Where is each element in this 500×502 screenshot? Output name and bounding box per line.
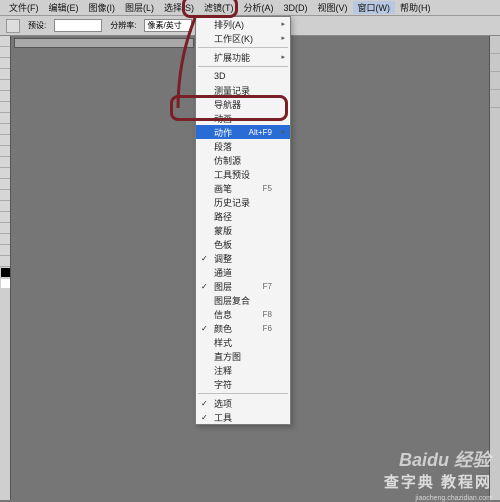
separator [198,47,288,48]
toolbox [0,36,11,500]
menu-item-extensions[interactable]: 扩展功能 [196,50,290,64]
menu-item-info[interactable]: 信息F8 [196,307,290,321]
menu-item-adjustments[interactable]: 调整 [196,251,290,265]
menu-item-arrange[interactable]: 排列(A) [196,17,290,31]
menu-item-actions[interactable]: 动作Alt+F9 [196,125,290,139]
bg-color[interactable] [1,279,10,288]
menu-image[interactable]: 图像(I) [84,1,121,14]
separator [198,393,288,394]
panel-icon[interactable] [490,54,500,72]
menu-item-clonesource[interactable]: 仿制源 [196,153,290,167]
tool-3d[interactable] [0,234,10,245]
shortcut-text: F8 [263,310,272,319]
shortcut-text: Alt+F9 [249,128,272,137]
menu-item-character[interactable]: 字符 [196,377,290,391]
resolution-label: 分辨率: [110,20,136,31]
tool-pen[interactable] [0,190,10,201]
menu-item-toolpresets[interactable]: 工具预设 [196,167,290,181]
tool-shape[interactable] [0,223,10,234]
menu-item-layers[interactable]: 图层F7 [196,279,290,293]
menu-file[interactable]: 文件(F) [4,1,44,14]
menu-item-history[interactable]: 历史记录 [196,195,290,209]
tool-heal[interactable] [0,102,10,113]
tool-lasso[interactable] [0,58,10,69]
shortcut-text: F7 [263,282,272,291]
menu-help[interactable]: 帮助(H) [395,1,436,14]
menu-analysis[interactable]: 分析(A) [239,1,279,14]
tool-wand[interactable] [0,69,10,80]
menu-item-navigator[interactable]: 导航器 [196,97,290,111]
menu-item-tools[interactable]: 工具 [196,410,290,424]
menu-item-3d[interactable]: 3D [196,69,290,83]
tool-marquee[interactable] [0,47,10,58]
tool-brush[interactable] [0,113,10,124]
menu-item-measurement[interactable]: 测量记录 [196,83,290,97]
preset-field[interactable] [54,19,102,32]
panel-icon[interactable] [490,72,500,90]
menu-item-brushes[interactable]: 画笔F5 [196,181,290,195]
tool-hand[interactable] [0,245,10,256]
menu-filter[interactable]: 滤镜(T) [199,1,239,14]
menu-view[interactable]: 视图(V) [313,1,353,14]
separator [198,66,288,67]
tool-move[interactable] [0,36,10,47]
menu-item-swatches[interactable]: 色板 [196,237,290,251]
menu-item-color[interactable]: 颜色F6 [196,321,290,335]
tool-type[interactable] [0,201,10,212]
tool-dodge[interactable] [0,179,10,190]
window-menu-dropdown: 排列(A) 工作区(K) 扩展功能 3D 测量记录 导航器 动画 动作Alt+F… [195,16,291,425]
tool-path[interactable] [0,212,10,223]
menu-item-histogram[interactable]: 直方图 [196,349,290,363]
menu-edit[interactable]: 编辑(E) [44,1,84,14]
menu-item-workspace[interactable]: 工作区(K) [196,31,290,45]
menu-window[interactable]: 窗口(W) [353,1,396,14]
panel-strip [489,36,500,500]
watermark-brand: Baidu 经验 [399,446,490,472]
document-tab[interactable] [14,38,194,48]
menubar: 文件(F) 编辑(E) 图像(I) 图层(L) 选择(S) 滤镜(T) 分析(A… [0,0,500,16]
menu-item-masks[interactable]: 蒙版 [196,223,290,237]
tool-icon[interactable] [6,19,20,33]
menu-item-paragraph[interactable]: 段落 [196,139,290,153]
menu-item-layercomps[interactable]: 图层复合 [196,293,290,307]
tool-zoom[interactable] [0,256,10,267]
menu-item-options[interactable]: 选项 [196,396,290,410]
menu-layer[interactable]: 图层(L) [120,1,159,14]
resolution-field[interactable]: 像素/英寸 [144,19,192,32]
tool-eraser[interactable] [0,146,10,157]
menu-item-notes[interactable]: 注释 [196,363,290,377]
shortcut-text: F5 [263,184,272,193]
preset-label: 预设: [28,20,46,31]
menu-item-channels[interactable]: 通道 [196,265,290,279]
menu-item-paths[interactable]: 路径 [196,209,290,223]
watermark-site: 查字典 教程网 [384,471,492,492]
tool-gradient[interactable] [0,157,10,168]
tool-blur[interactable] [0,168,10,179]
tool-eyedropper[interactable] [0,91,10,102]
menu-select[interactable]: 选择(S) [159,1,199,14]
tool-history[interactable] [0,135,10,146]
watermark-url: jiaocheng.chazidian.com [415,495,492,502]
menu-item-animation[interactable]: 动画 [196,111,290,125]
menu-3d[interactable]: 3D(D) [279,3,313,13]
menu-item-styles[interactable]: 样式 [196,335,290,349]
tool-crop[interactable] [0,80,10,91]
panel-icon[interactable] [490,90,500,108]
tool-stamp[interactable] [0,124,10,135]
panel-icon[interactable] [490,36,500,54]
fg-color[interactable] [1,268,10,277]
shortcut-text: F6 [263,324,272,333]
